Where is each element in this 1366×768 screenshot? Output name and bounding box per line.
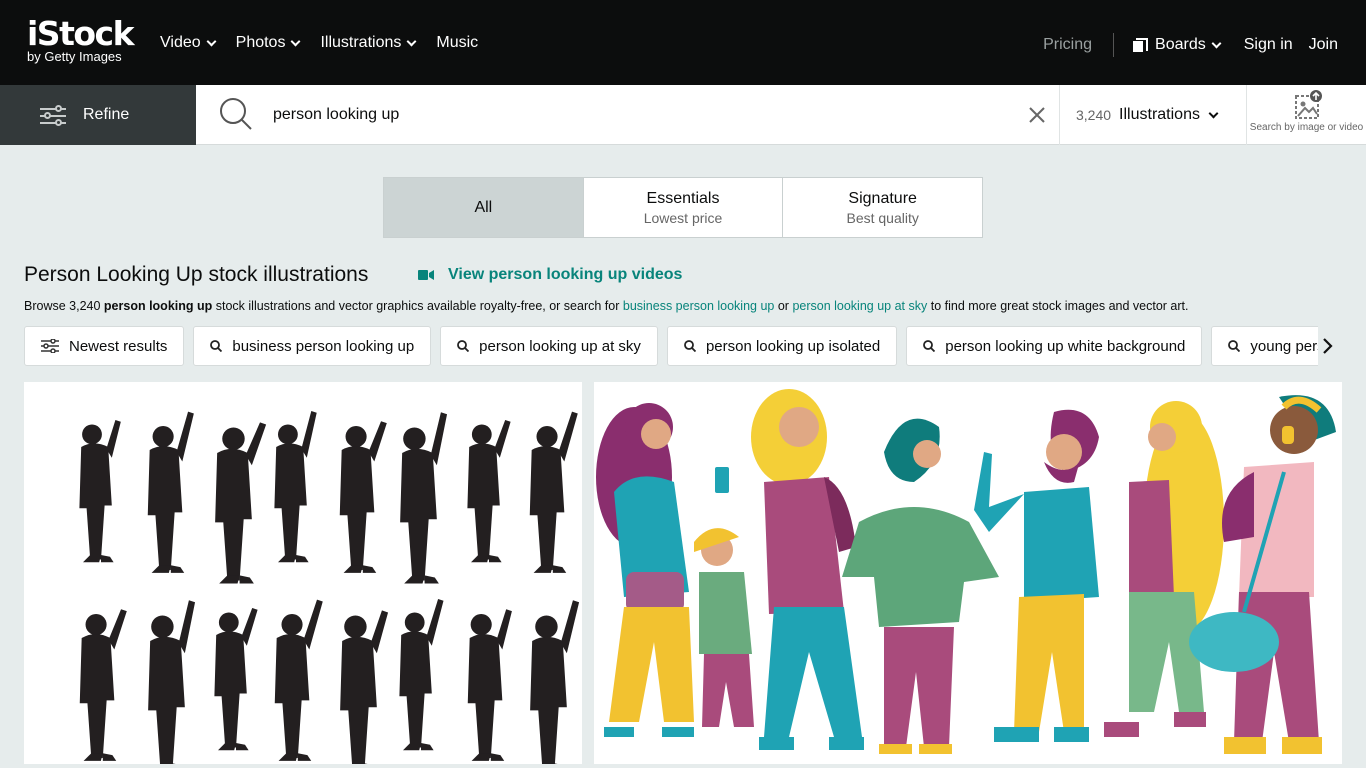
tab-all-title: All [474,198,493,216]
pricing-link[interactable]: Pricing [1043,35,1092,55]
chip-label: person looking up at sky [479,337,641,355]
logo-wordmark: iStock [27,14,135,53]
chip-label: business person looking up [232,337,415,355]
search-icon [684,340,696,352]
chevron-down-icon [1208,108,1219,118]
browse-description: Browse 3,240 person looking up stock ill… [24,298,1188,314]
search-by-image-button[interactable]: Search by image or video [1246,85,1366,145]
browse-prefix: Browse 3,240 [24,299,104,313]
refine-button[interactable]: Refine [0,85,196,145]
nav-video-label: Video [160,34,201,51]
nav-video[interactable]: Video [160,33,217,53]
search-icon [1228,340,1241,352]
tab-signature-subtitle: Best quality [846,209,919,226]
result-image-silhouettes[interactable] [24,382,582,764]
nav-music-label: Music [436,34,479,51]
chip-related-search[interactable]: business person looking up [193,326,432,366]
nav-photos-label: Photos [235,34,286,51]
chip-related-search[interactable]: person looking up at sky [440,326,658,366]
chip-related-search[interactable]: person looking up white background [906,326,1203,366]
tab-essentials[interactable]: Essentials Lowest price [584,178,784,237]
tab-essentials-title: Essentials [646,189,720,207]
crowd-illustration [596,389,1336,754]
close-icon[interactable] [1027,105,1047,125]
top-navigation: iStock by Getty Images Video Photos Illu… [0,0,1366,85]
chevron-down-icon [206,36,217,46]
tab-signature[interactable]: Signature Best quality [783,178,982,237]
chip-label: Newest results [69,337,168,355]
chevron-right-icon[interactable] [1318,336,1338,356]
result-image-crowd[interactable] [594,382,1342,764]
nav-divider [1113,33,1115,57]
video-camera-icon [418,270,434,280]
tab-essentials-subtitle: Lowest price [643,209,723,226]
browse-suffix: to find more great stock images and vect… [927,299,1189,313]
account-menu: Pricing Boards Sign in Join [1043,33,1338,57]
image-search-label: Search by image or video [1249,122,1364,133]
nav-music[interactable]: Music [436,33,478,53]
chip-related-search[interactable]: young person looking up [1211,326,1318,366]
chip-label: person looking up isolated [705,337,881,355]
sliders-icon [41,339,59,353]
search-icon [457,340,470,352]
boards-label: Boards [1155,36,1206,53]
logo-byline: by Getty Images [27,49,122,64]
browse-term: person looking up [103,299,213,313]
join-link[interactable]: Join [1309,36,1338,54]
boards-button[interactable]: Boards [1133,36,1222,54]
sign-in-link[interactable]: Sign in [1244,36,1293,54]
refine-label: Refine [83,106,130,123]
browse-middle: stock illustrations and vector graphics … [212,299,623,313]
related-searches: Newest results business person looking u… [24,326,1318,366]
chevron-down-icon [1211,38,1222,48]
asset-type-label: Illustrations [1119,106,1200,123]
image-upload-icon [1294,90,1322,119]
browse-or: or [774,299,793,313]
chevron-down-icon [291,36,301,46]
tab-all[interactable]: All [384,178,584,237]
silhouettes-illustration [79,411,580,764]
tab-signature-title: Signature [848,189,917,207]
search-icon[interactable] [219,97,253,131]
view-videos-link[interactable]: View person looking up videos [418,265,682,285]
result-count: 3,240 [1076,107,1112,123]
nav-illustrations-label: Illustrations [320,34,402,51]
search-bar: Refine 3,240 Illustrations Search by ima… [0,85,1366,145]
page-title: Person Looking Up stock illustrations [24,263,369,286]
search-icon [923,340,936,352]
search-icon [210,340,223,352]
license-tabs: All Essentials Lowest price Signature Be… [383,177,983,238]
search-input[interactable] [273,103,1013,127]
chevron-down-icon [406,36,417,46]
sliders-icon [40,105,66,126]
chip-label: person looking up white background [945,337,1186,355]
view-videos-label: View person looking up videos [448,266,683,283]
related-search-link[interactable]: business person looking up [623,299,775,313]
nav-photos[interactable]: Photos [235,33,301,53]
related-search-link[interactable]: person looking up at sky [792,299,927,313]
chip-related-search[interactable]: person looking up isolated [666,326,898,366]
main-menu: Video Photos Illustrations Music [160,33,499,53]
asset-type-select[interactable]: 3,240 Illustrations [1059,85,1246,145]
nav-illustrations[interactable]: Illustrations [320,33,417,53]
istock-logo[interactable]: iStock by Getty Images [27,14,135,64]
boards-icon [1133,38,1149,52]
chip-label: young person looking up [1250,337,1318,355]
chip-newest-results[interactable]: Newest results [24,326,185,366]
